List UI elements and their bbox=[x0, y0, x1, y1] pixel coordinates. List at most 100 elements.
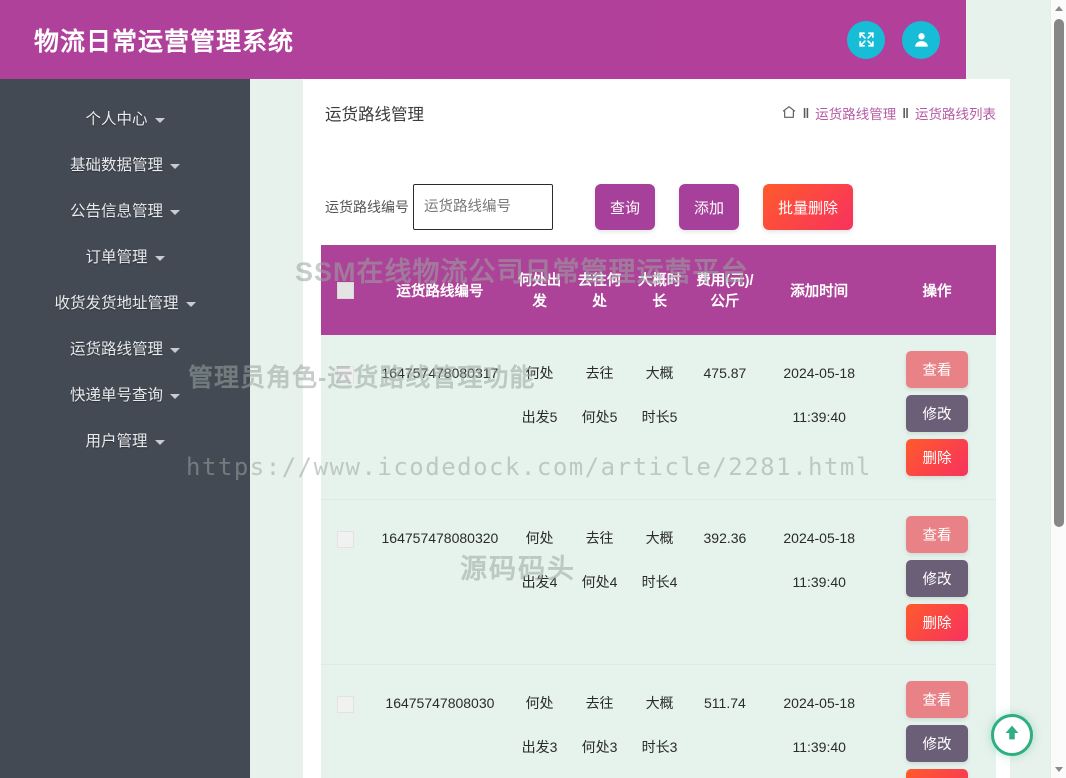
column-label-line2: 添加时间 bbox=[762, 280, 876, 301]
cell-route-code: 164757478080320 bbox=[370, 500, 509, 665]
chevron-down-icon bbox=[1055, 767, 1063, 772]
user-menu-button[interactable] bbox=[902, 21, 940, 59]
page-scrollbar[interactable] bbox=[1050, 0, 1066, 778]
search-toolbar: 运货路线编号 查询 添加 批量删除 bbox=[303, 147, 1010, 245]
column-duration: 大概时 长 bbox=[630, 245, 690, 335]
price-value: 392.36 bbox=[692, 516, 759, 560]
added-time: 11:39:40 bbox=[762, 395, 876, 439]
bulk-delete-button[interactable]: 批量删除 bbox=[763, 184, 853, 230]
scrollbar-down-arrow[interactable] bbox=[1051, 761, 1066, 778]
main-panel: 运货路线管理 ‖ 运货路线管理 ‖ 运货路线列表 运货路线编号 查询 添加 批量… bbox=[303, 79, 1010, 778]
routes-table: 运货路线编号 何处出 发 去往何 处 大概时 长 bbox=[321, 245, 996, 778]
column-label-line2: 发 bbox=[512, 290, 568, 311]
cell-destination: 去往 何处5 bbox=[570, 335, 630, 500]
sidebar-item-base-data[interactable]: 基础数据管理 bbox=[0, 141, 250, 187]
view-button[interactable]: 查看 bbox=[906, 516, 968, 553]
column-added-time: 添加时间 bbox=[760, 245, 878, 335]
cell-origin: 何处 出发5 bbox=[510, 335, 570, 500]
chevron-down-icon bbox=[155, 440, 165, 445]
cell-added-time: 2024-05-18 11:39:40 bbox=[760, 500, 878, 665]
cell-destination: 去往 何处3 bbox=[570, 665, 630, 778]
row-checkbox[interactable] bbox=[337, 696, 354, 713]
scrollbar-up-arrow[interactable] bbox=[1051, 0, 1066, 17]
delete-button[interactable]: 删除 bbox=[906, 439, 968, 476]
panel-header: 运货路线管理 ‖ 运货路线管理 ‖ 运货路线列表 bbox=[303, 79, 1010, 147]
app-root: 物流日常运营管理系统 bbox=[0, 0, 1066, 778]
chevron-down-icon bbox=[170, 394, 180, 399]
cell-route-code: 164757478080317 bbox=[370, 335, 509, 500]
delete-button[interactable]: 删除 bbox=[906, 769, 968, 778]
chevron-down-icon bbox=[170, 348, 180, 353]
sidebar-item-label: 快递单号查询 bbox=[70, 383, 163, 405]
add-button[interactable]: 添加 bbox=[679, 184, 739, 230]
fullscreen-button[interactable] bbox=[847, 21, 885, 59]
table-head: 运货路线编号 何处出 发 去往何 处 大概时 长 bbox=[321, 245, 996, 335]
search-label: 运货路线编号 bbox=[325, 197, 409, 217]
table-row: 164757478080317 何处 出发5 去往 何处5 大概 时长5 bbox=[321, 335, 996, 500]
sidebar-item-shipping-routes[interactable]: 运货路线管理 bbox=[0, 325, 250, 371]
cell-destination: 去往 何处4 bbox=[570, 500, 630, 665]
sidebar-item-tracking-query[interactable]: 快递单号查询 bbox=[0, 371, 250, 417]
breadcrumb-item-routes-management[interactable]: 运货路线管理 bbox=[815, 103, 896, 123]
back-to-top-button[interactable] bbox=[991, 714, 1033, 756]
table-body: 164757478080317 何处 出发5 去往 何处5 大概 时长5 bbox=[321, 335, 996, 778]
breadcrumb-separator: ‖ bbox=[803, 106, 810, 121]
chevron-down-icon bbox=[186, 302, 196, 307]
destination-line1: 去往 bbox=[586, 530, 614, 546]
column-label-line1: 去往何 bbox=[572, 269, 628, 290]
sidebar-item-orders[interactable]: 订单管理 bbox=[0, 233, 250, 279]
scrollbar-thumb[interactable] bbox=[1054, 19, 1064, 527]
cell-price: 475.87 bbox=[690, 335, 761, 500]
cell-operations: 查看 修改 删除 bbox=[878, 665, 996, 778]
column-destination: 去往何 处 bbox=[570, 245, 630, 335]
column-label-line1: 费用(元)/ bbox=[692, 269, 759, 290]
cell-duration: 大概 时长4 bbox=[630, 500, 690, 665]
column-label-line1: 大概时 bbox=[632, 269, 688, 290]
edit-button[interactable]: 修改 bbox=[906, 560, 968, 597]
added-date: 2024-05-18 bbox=[762, 516, 876, 560]
edit-button[interactable]: 修改 bbox=[906, 725, 968, 762]
home-icon[interactable] bbox=[781, 104, 797, 123]
duration-line2: 时长4 bbox=[642, 574, 678, 590]
origin-line1: 何处 bbox=[526, 530, 554, 546]
search-input[interactable] bbox=[413, 184, 553, 230]
row-checkbox[interactable] bbox=[337, 531, 354, 548]
table-header-row: 运货路线编号 何处出 发 去往何 处 大概时 长 bbox=[321, 245, 996, 335]
column-select-all bbox=[321, 245, 370, 335]
sidebar-item-personal-center[interactable]: 个人中心 bbox=[0, 95, 250, 141]
sidebar-item-addresses[interactable]: 收货发货地址管理 bbox=[0, 279, 250, 325]
duration-line1: 大概 bbox=[646, 695, 674, 711]
view-button[interactable]: 查看 bbox=[906, 351, 968, 388]
cell-price: 511.74 bbox=[690, 665, 761, 778]
sidebar-item-label: 公告信息管理 bbox=[70, 199, 163, 221]
header-actions bbox=[847, 0, 940, 79]
page-title: 运货路线管理 bbox=[325, 101, 424, 125]
breadcrumb-separator: ‖ bbox=[902, 106, 909, 121]
edit-button[interactable]: 修改 bbox=[906, 395, 968, 432]
view-button[interactable]: 查看 bbox=[906, 681, 968, 718]
route-code-value: 164757478080317 bbox=[372, 351, 507, 395]
cell-select bbox=[321, 335, 370, 500]
cell-operations: 查看 修改 删除 bbox=[878, 335, 996, 500]
column-route-code: 运货路线编号 bbox=[370, 245, 509, 335]
cell-added-time: 2024-05-18 11:39:40 bbox=[760, 665, 878, 778]
sidebar-item-label: 运货路线管理 bbox=[70, 337, 163, 359]
breadcrumb-item-routes-list[interactable]: 运货路线列表 bbox=[915, 103, 996, 123]
column-label-line2: 处 bbox=[572, 290, 628, 311]
sidebar-item-users[interactable]: 用户管理 bbox=[0, 417, 250, 463]
row-checkbox[interactable] bbox=[337, 366, 354, 383]
select-all-checkbox[interactable] bbox=[337, 282, 354, 299]
query-button[interactable]: 查询 bbox=[595, 184, 655, 230]
expand-arrows-icon bbox=[857, 30, 876, 49]
table-row: 164757478080320 何处 出发4 去往 何处4 大概 时长4 bbox=[321, 500, 996, 665]
origin-line1: 何处 bbox=[526, 695, 554, 711]
delete-button[interactable]: 删除 bbox=[906, 604, 968, 641]
price-value: 511.74 bbox=[692, 681, 759, 725]
chevron-down-icon bbox=[170, 164, 180, 169]
sidebar-item-announcements[interactable]: 公告信息管理 bbox=[0, 187, 250, 233]
breadcrumb: ‖ 运货路线管理 ‖ 运货路线列表 bbox=[781, 103, 996, 123]
sidebar-item-label: 基础数据管理 bbox=[70, 153, 163, 175]
routes-table-wrapper: 运货路线编号 何处出 发 去往何 处 大概时 长 bbox=[321, 245, 996, 778]
column-operations: 操作 bbox=[878, 245, 996, 335]
sidebar-item-label: 用户管理 bbox=[85, 429, 147, 451]
